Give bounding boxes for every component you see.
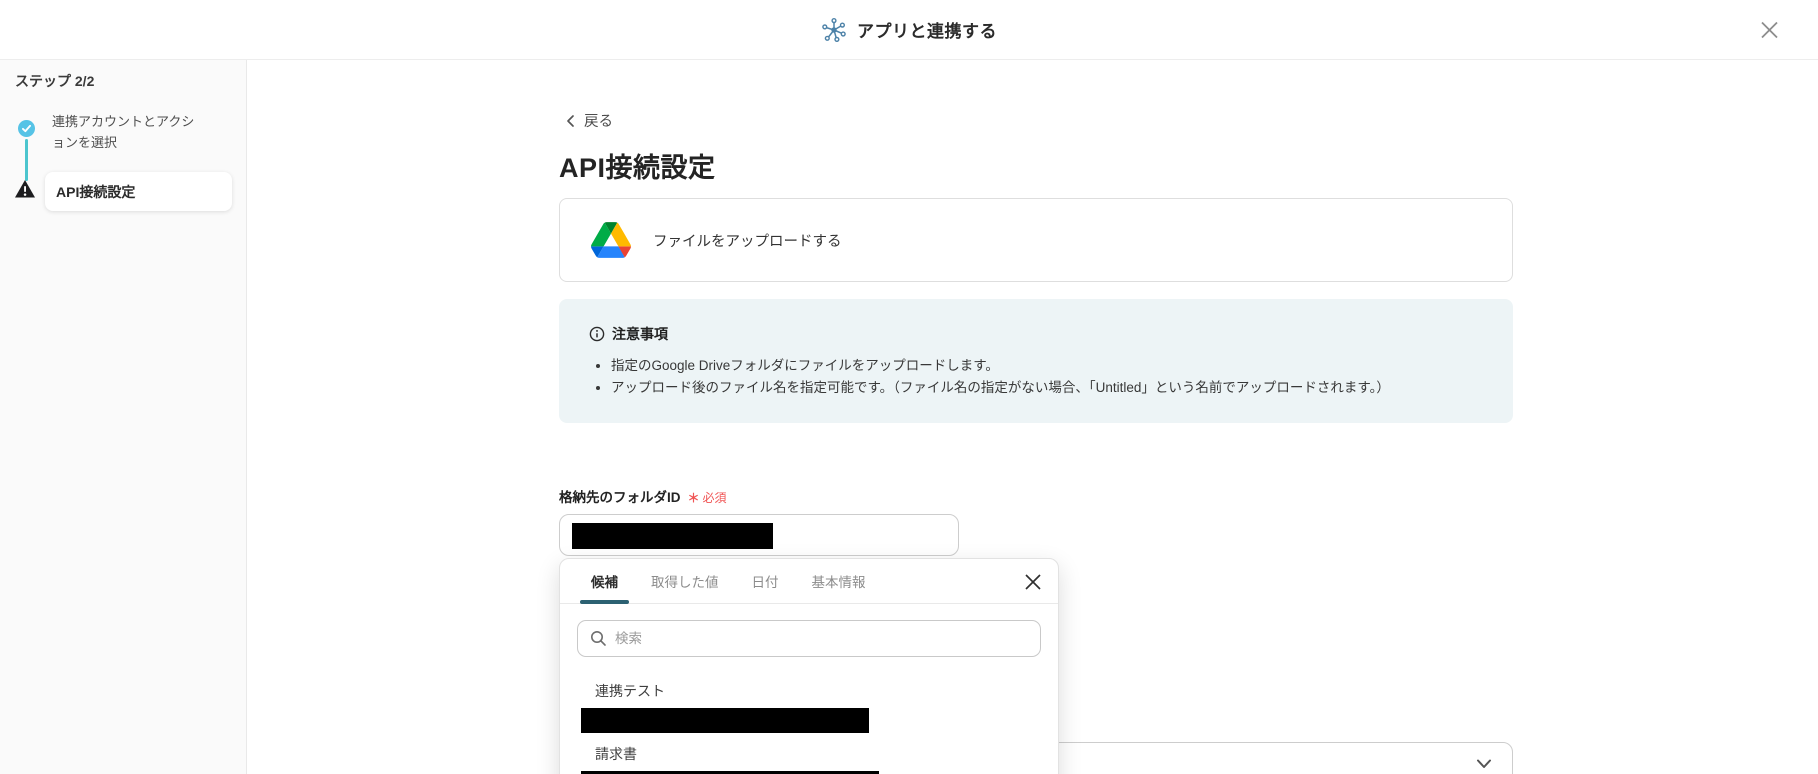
tab-basic-info[interactable]: 基本情報 (799, 559, 879, 603)
sidebar-step-account-action[interactable]: 連携アカウントとアクションを選択 (52, 112, 206, 153)
app-window: アプリと連携する ステップ 2/2 連携アカウントとアクションを選択 API接続… (0, 0, 1818, 774)
option-name: 請求書 (595, 746, 637, 762)
google-drive-icon (591, 222, 631, 258)
chevron-down-icon (1476, 758, 1492, 770)
tab-candidates[interactable]: 候補 (578, 559, 631, 604)
back-link[interactable]: 戻る (565, 110, 613, 131)
redacted-folder-id-value (572, 523, 773, 549)
value-picker-popup: 候補 取得した値 日付 基本情報 検索 連携テスト 請求書 (559, 558, 1059, 774)
notice-header: 注意事項 (589, 324, 1483, 344)
option-name: 連携テスト (595, 683, 665, 699)
back-link-label: 戻る (584, 114, 613, 130)
close-icon (1023, 574, 1043, 595)
required-asterisk: ＊ (687, 491, 700, 505)
popup-search-input[interactable] (615, 631, 975, 646)
modal-close-button[interactable] (1755, 15, 1784, 44)
close-icon (1759, 21, 1780, 43)
field-label-text: 格納先のフォルダID (559, 490, 681, 505)
step-indicator: ステップ 2/2 (15, 73, 95, 89)
option-invoice[interactable]: 請求書 (581, 744, 1037, 774)
folder-id-input[interactable] (559, 514, 959, 556)
main-panel: 戻る API接続設定 ファイルをアップロードする 注意事項 • 指定のGoogl… (247, 60, 1818, 774)
search-icon (590, 630, 607, 647)
sidebar-step-api-settings-label: API接続設定 (56, 183, 136, 200)
page-title: API接続設定 (559, 153, 716, 183)
required-badge: 必須 (702, 491, 727, 505)
sidebar-step-api-settings[interactable]: API接続設定 (45, 172, 232, 211)
notice-item: アップロード後のファイル名を指定可能です。（ファイル名の指定がない場合、「Unt… (611, 377, 1483, 399)
sidebar: ステップ 2/2 連携アカウントとアクションを選択 API接続設定 (0, 60, 247, 774)
warning-triangle-icon (14, 178, 36, 200)
notice-list: 指定のGoogle Driveフォルダにファイルをアップロードします。 アップロ… (595, 355, 1483, 399)
notice-box: 注意事項 指定のGoogle Driveフォルダにファイルをアップロードします。… (559, 299, 1513, 423)
content-column: 戻る API接続設定 ファイルをアップロードする 注意事項 • 指定のGoogl… (559, 60, 1513, 774)
chevron-left-icon (565, 114, 576, 128)
popup-close-button[interactable] (1021, 570, 1045, 594)
app-link-network-icon (821, 17, 847, 43)
stepper-connector-line (25, 139, 28, 181)
popup-option-list: 連携テスト 請求書 (560, 681, 1058, 774)
folder-id-field-label: 格納先のフォルダID ＊ 必須 (559, 486, 727, 506)
redacted-option-value (581, 708, 869, 733)
notice-item: 指定のGoogle Driveフォルダにファイルをアップロードします。 (611, 355, 1483, 377)
action-card-label: ファイルをアップロードする (653, 233, 842, 250)
notice-title: 注意事項 (612, 326, 668, 342)
info-circle-icon (589, 326, 605, 342)
popup-search-box (577, 620, 1041, 657)
option-renkei-test[interactable]: 連携テスト (581, 681, 1037, 733)
modal-header: アプリと連携する (0, 0, 1818, 60)
popup-tab-bar: 候補 取得した値 日付 基本情報 (560, 559, 1058, 604)
tab-retrieved-values[interactable]: 取得した値 (638, 559, 732, 603)
step-completed-check-icon (18, 120, 35, 137)
action-card: ファイルをアップロードする (559, 198, 1513, 282)
modal-title: アプリと連携する (857, 22, 997, 41)
modal-title-group: アプリと連携する (821, 17, 997, 43)
tab-date[interactable]: 日付 (739, 559, 792, 603)
